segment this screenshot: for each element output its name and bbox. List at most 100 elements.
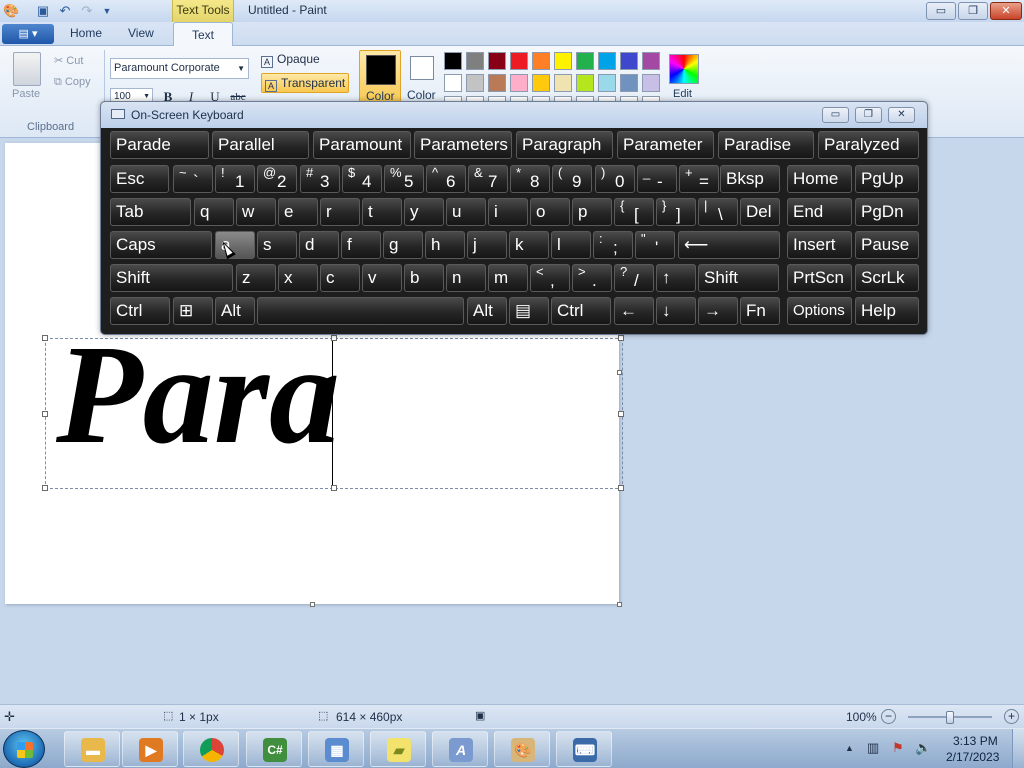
key-p[interactable]: p [572, 198, 612, 226]
clock-date[interactable]: 2/17/2023 [946, 750, 999, 764]
key-symbol[interactable]: @2 [257, 165, 297, 193]
key-i[interactable]: i [488, 198, 528, 226]
palette-swatch[interactable] [510, 52, 528, 70]
key-symbol[interactable]: $4 [342, 165, 382, 193]
opaque-button[interactable]: A Opaque [261, 52, 320, 70]
tab-view[interactable]: View [128, 26, 154, 40]
key-j[interactable]: j [467, 231, 507, 259]
paste-icon[interactable] [13, 52, 41, 86]
taskbar-explorer[interactable]: ▬ [64, 731, 120, 767]
key-x[interactable]: x [278, 264, 318, 292]
key-symbol[interactable]: {[ [614, 198, 654, 226]
key-f[interactable]: f [341, 231, 381, 259]
palette-swatch[interactable] [642, 52, 660, 70]
word-prediction-key[interactable]: Paragraph [516, 131, 613, 159]
word-prediction-key[interactable]: Parallel [212, 131, 309, 159]
key-y[interactable]: y [404, 198, 444, 226]
key-pgup[interactable]: PgUp [855, 165, 919, 193]
key-symbol[interactable]: ? / [614, 264, 654, 292]
key-g[interactable]: g [383, 231, 423, 259]
tab-home[interactable]: Home [70, 26, 102, 40]
action-center-icon[interactable]: ⚑ [892, 740, 904, 756]
key-esc[interactable]: Esc [110, 165, 169, 193]
text-box-handle[interactable] [331, 335, 337, 341]
paint-app-icon[interactable]: 🎨 [3, 3, 19, 19]
key-v[interactable]: v [362, 264, 402, 292]
key-home[interactable]: Home [787, 165, 852, 193]
key-symbol[interactable]: & 7 [468, 165, 508, 193]
tab-text[interactable]: Text [173, 22, 233, 47]
word-prediction-key[interactable]: Parameters [414, 131, 512, 159]
key-o[interactable]: o [530, 198, 570, 226]
key-symbol[interactable]: (9 [552, 165, 592, 193]
palette-swatch[interactable] [598, 74, 616, 92]
minimize-button[interactable]: ▭ [926, 2, 956, 20]
key-u[interactable]: u [446, 198, 486, 226]
key-z[interactable]: z [236, 264, 276, 292]
key-symbol[interactable]: :; [593, 231, 633, 259]
redo-icon[interactable]: ↷ [79, 3, 95, 19]
key-q[interactable]: q [194, 198, 234, 226]
palette-swatch[interactable] [642, 74, 660, 92]
text-box-handle[interactable] [618, 335, 624, 341]
keyboard-maximize-button[interactable]: ❐ [855, 107, 882, 123]
copy-button[interactable]: ⧉ Copy [54, 76, 91, 89]
show-desktop-button[interactable] [1012, 729, 1024, 768]
palette-swatch[interactable] [576, 52, 594, 70]
key-s[interactable]: s [257, 231, 297, 259]
key-options[interactable]: Options [787, 297, 852, 325]
taskbar-paint[interactable]: 🎨 [494, 731, 550, 767]
key-symbol[interactable]: #3 [300, 165, 340, 193]
key-end[interactable]: End [787, 198, 852, 226]
taskbar-csharp[interactable]: C# [246, 731, 302, 767]
text-box-handle[interactable] [42, 335, 48, 341]
key-symbol[interactable]: _ - [637, 165, 677, 193]
palette-swatch[interactable] [554, 74, 572, 92]
close-button[interactable]: ✕ [990, 2, 1022, 20]
undo-icon[interactable]: ↶ [57, 3, 73, 19]
dropdown-arrow-icon[interactable]: ▼ [99, 3, 115, 19]
app-menu-button[interactable]: ▤ ▾ [2, 24, 54, 44]
palette-swatch[interactable] [444, 74, 462, 92]
key-symbol[interactable]: | \ [698, 198, 738, 226]
palette-swatch[interactable] [598, 52, 616, 70]
zoom-in-button[interactable]: + [1004, 709, 1019, 724]
palette-swatch[interactable] [444, 52, 462, 70]
key-symbol[interactable]: <, [530, 264, 570, 292]
key-symbol[interactable]: }] [656, 198, 696, 226]
key-space[interactable] [257, 297, 464, 325]
key-symbol[interactable]: + = [679, 165, 719, 193]
key-t[interactable]: t [362, 198, 402, 226]
key-symbol[interactable]: " ' [635, 231, 675, 259]
key-key12[interactable]: ⟵ [678, 231, 780, 259]
word-prediction-key[interactable]: Paralyzed [818, 131, 919, 159]
key-r[interactable]: r [320, 198, 360, 226]
key-w[interactable]: w [236, 198, 276, 226]
key-prtscn[interactable]: PrtScn [787, 264, 852, 292]
canvas-text[interactable]: Para [56, 323, 340, 465]
key-tab[interactable]: Tab [110, 198, 191, 226]
color1-button[interactable]: Color [359, 50, 401, 106]
key-symbol[interactable]: ! 1 [215, 165, 255, 193]
text-box-handle[interactable] [618, 485, 624, 491]
edit-colors-button[interactable] [669, 54, 699, 84]
key-symbol[interactable]: * 8 [510, 165, 550, 193]
text-box[interactable]: Para [42, 323, 624, 491]
key-bksp[interactable]: Bksp [720, 165, 780, 193]
text-box-handle[interactable] [331, 485, 337, 491]
key-k[interactable]: k [509, 231, 549, 259]
key-scrlk[interactable]: ScrLk [855, 264, 919, 292]
key-n[interactable]: n [446, 264, 486, 292]
key-m[interactable]: m [488, 264, 528, 292]
taskbar-media-player[interactable]: ▶ [122, 731, 178, 767]
palette-swatch[interactable] [466, 74, 484, 92]
word-prediction-key[interactable]: Paradise [718, 131, 814, 159]
taskbar-sticky-notes[interactable]: ▰ [370, 731, 426, 767]
key-key11[interactable]: ↑ [656, 264, 696, 292]
zoom-slider-thumb[interactable] [946, 711, 954, 724]
palette-swatch[interactable] [620, 74, 638, 92]
key-symbol[interactable]: ) 0 [595, 165, 635, 193]
clock-time[interactable]: 3:13 PM [953, 734, 998, 748]
key-d[interactable]: d [299, 231, 339, 259]
palette-swatch[interactable] [576, 74, 594, 92]
